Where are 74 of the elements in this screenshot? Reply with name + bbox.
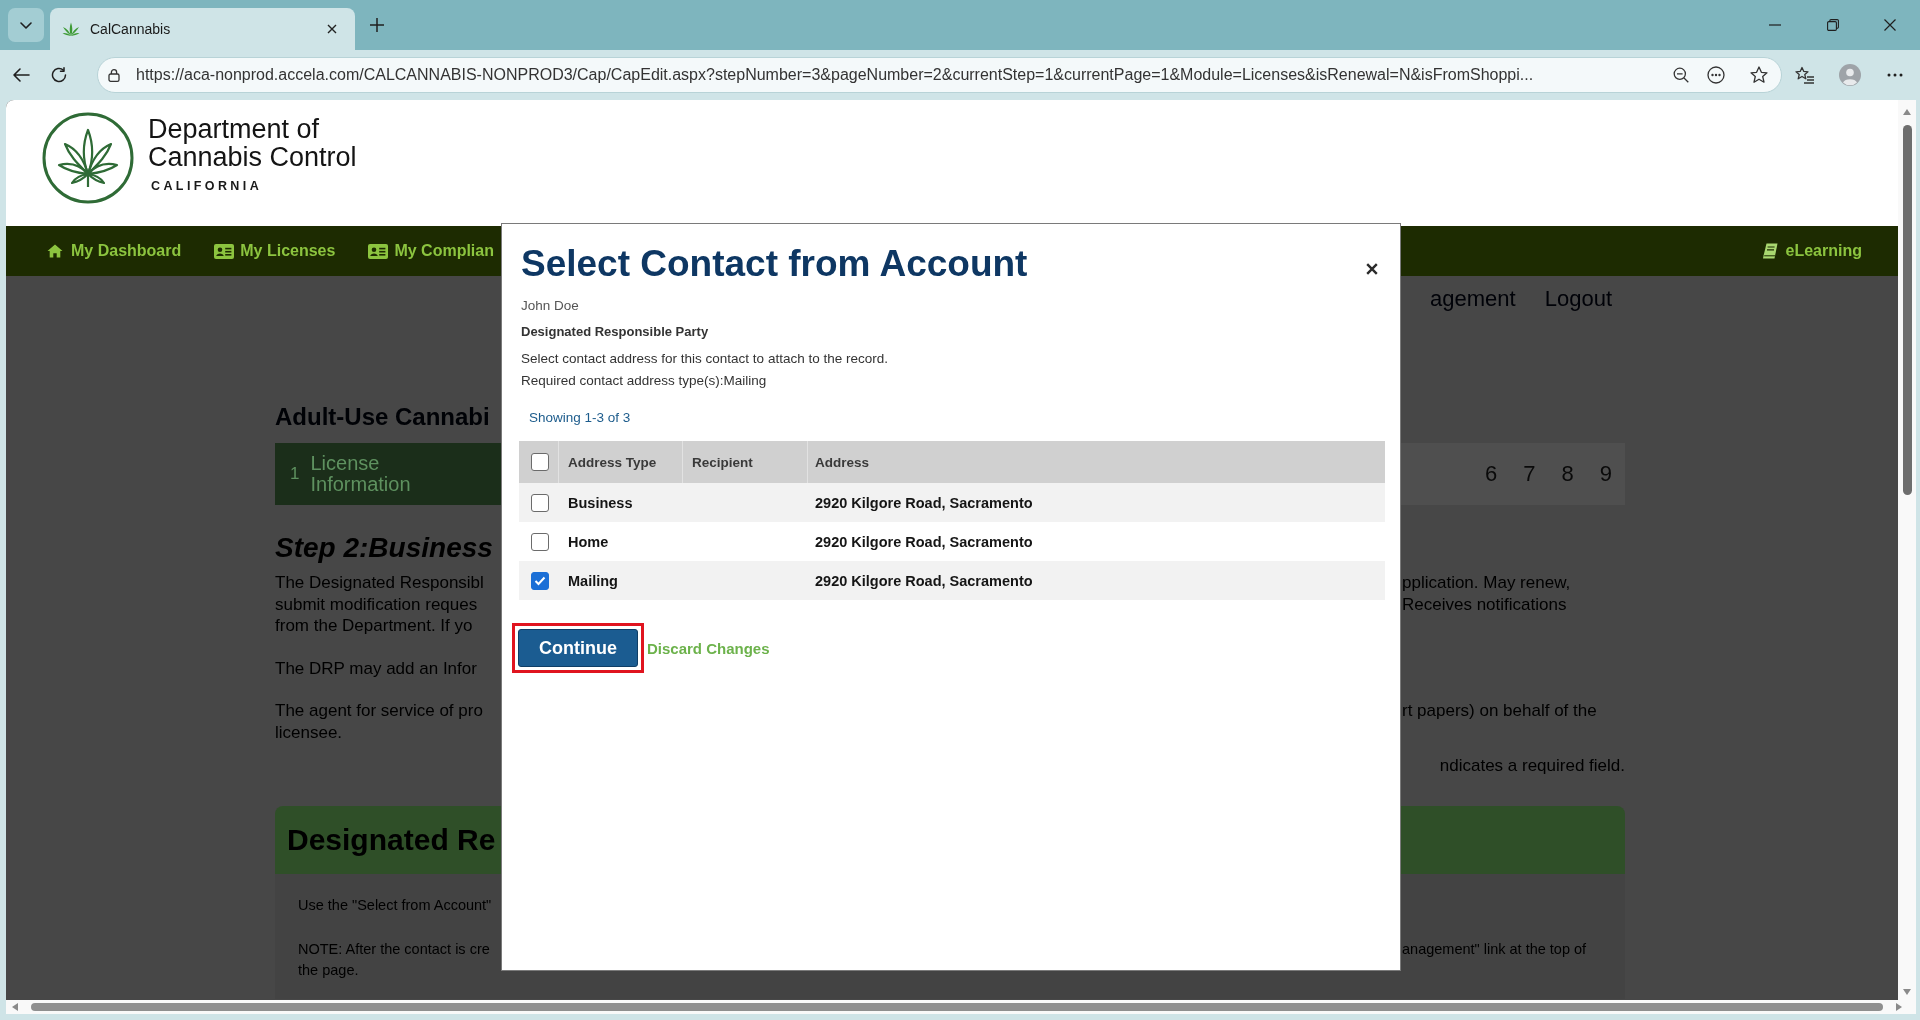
paragraph-text: The Designated Responsibl [275,572,484,594]
paragraph-text: The agent for service of pro [275,700,483,722]
horizontal-scrollbar[interactable] [6,1000,1916,1014]
paragraph-text: rt papers) on behalf of the [1402,700,1597,722]
select-all-checkbox[interactable] [531,453,549,471]
table-row[interactable]: Business 2920 Kilgore Road, Sacramento [519,483,1385,522]
restore-icon[interactable] [1827,19,1839,31]
arrow-left-icon[interactable] [12,1003,18,1011]
instruction-text: Select contact address for this contact to attach to the record. [520,350,889,368]
paragraph-text: Use the "Select from Account" [298,896,492,915]
agency-state: CALIFORNIA [151,178,263,194]
table-cell: Home [568,533,609,550]
arrow-down-icon[interactable] [1903,989,1911,995]
book-icon [1761,243,1778,259]
favorites-icon[interactable] [1795,66,1815,84]
nav-link[interactable]: My Licenses [214,242,336,260]
paragraph-text: The DRP may add an Infor [275,657,477,679]
vertical-scrollbar[interactable] [1898,100,1916,1000]
table-cell: Business [568,494,633,511]
paragraph-text: the page. [298,961,359,980]
page-title: Adult-Use Cannabi [275,402,490,432]
reload-icon[interactable] [51,67,67,83]
scrollbar-thumb[interactable] [1902,125,1912,495]
row-checkbox[interactable] [531,571,549,590]
paragraph-text: NOTE: After the contact is cre [298,940,490,959]
table-cell: 2920 Kilgore Road, Sacramento [815,494,1033,511]
table-cell: 2920 Kilgore Road, Sacramento [815,533,1033,550]
ellipsis-circle-icon[interactable] [1707,66,1725,84]
id-card-icon [368,243,389,259]
table-cell: Mailing [568,572,618,589]
back-icon[interactable] [12,67,30,83]
result-count: Showing 1-3 of 3 [528,409,632,427]
plus-icon[interactable] [369,17,385,33]
nav-link[interactable]: My Dashboard [47,242,182,260]
menu-icon[interactable] [1887,73,1903,77]
row-checkbox[interactable] [531,493,549,512]
paragraph-text: submit modification reques [275,593,478,615]
lock-icon[interactable] [108,68,120,82]
paragraph-text: pplication. May renew, [1402,572,1571,594]
step-heading: Step 2:Business [275,531,493,565]
table-row[interactable]: Mailing 2920 Kilgore Road, Sacramento [519,561,1385,600]
agency-name-line: Department of [148,115,320,143]
continue-button[interactable]: Continue [518,629,638,667]
star-icon[interactable] [1750,66,1768,84]
agency-name-line: Cannabis Control [148,143,357,171]
leaf-icon [62,21,80,37]
tab-list-button[interactable] [8,8,44,42]
close-icon[interactable] [327,24,337,34]
row-checkbox[interactable] [531,532,549,551]
required-field-note: ndicates a required field. [1439,754,1625,776]
instruction-text: Required contact address type(s):Mailing [520,372,768,390]
zoom-out-icon[interactable] [1673,67,1689,83]
close-icon[interactable] [1366,263,1378,275]
contact-name: John Doe [520,297,580,315]
chevron-down-icon [20,21,32,29]
contact-type: Designated Responsible Party [520,323,710,341]
paragraph-text: Receives notifications [1402,593,1567,615]
section-title: Designated Re [287,823,496,857]
leaf-logo-icon [42,112,134,204]
home-icon [47,244,63,258]
arrow-right-icon[interactable] [1896,1003,1902,1011]
nav-link[interactable]: My Complian [368,242,494,260]
dialog-title: Select Contact from Account [520,242,1029,286]
close-icon[interactable] [1884,19,1896,31]
address-bar[interactable]: https://aca-nonprod.accela.com/CALCANNABIS-NONPROD3/Cap/CapEdit.aspx?stepNumber=3&pageNumber=2&currentStep=1&currentPage=1&Module=Licenses&isRenewal=N&isFromShoppi... [97,57,1782,93]
paragraph-text: anagement" link at the top of [1402,940,1587,959]
paragraph-text: from the Department. If yo [275,615,473,637]
paragraph-text: licensee. [275,721,343,743]
nav-link[interactable]: eLearning [1761,242,1862,260]
arrow-up-icon[interactable] [1903,109,1911,115]
browser-tab[interactable]: CalCannabis [50,8,355,50]
table-cell: 2920 Kilgore Road, Sacramento [815,572,1033,589]
scrollbar-thumb[interactable] [31,1003,1883,1011]
id-card-icon [214,243,235,259]
